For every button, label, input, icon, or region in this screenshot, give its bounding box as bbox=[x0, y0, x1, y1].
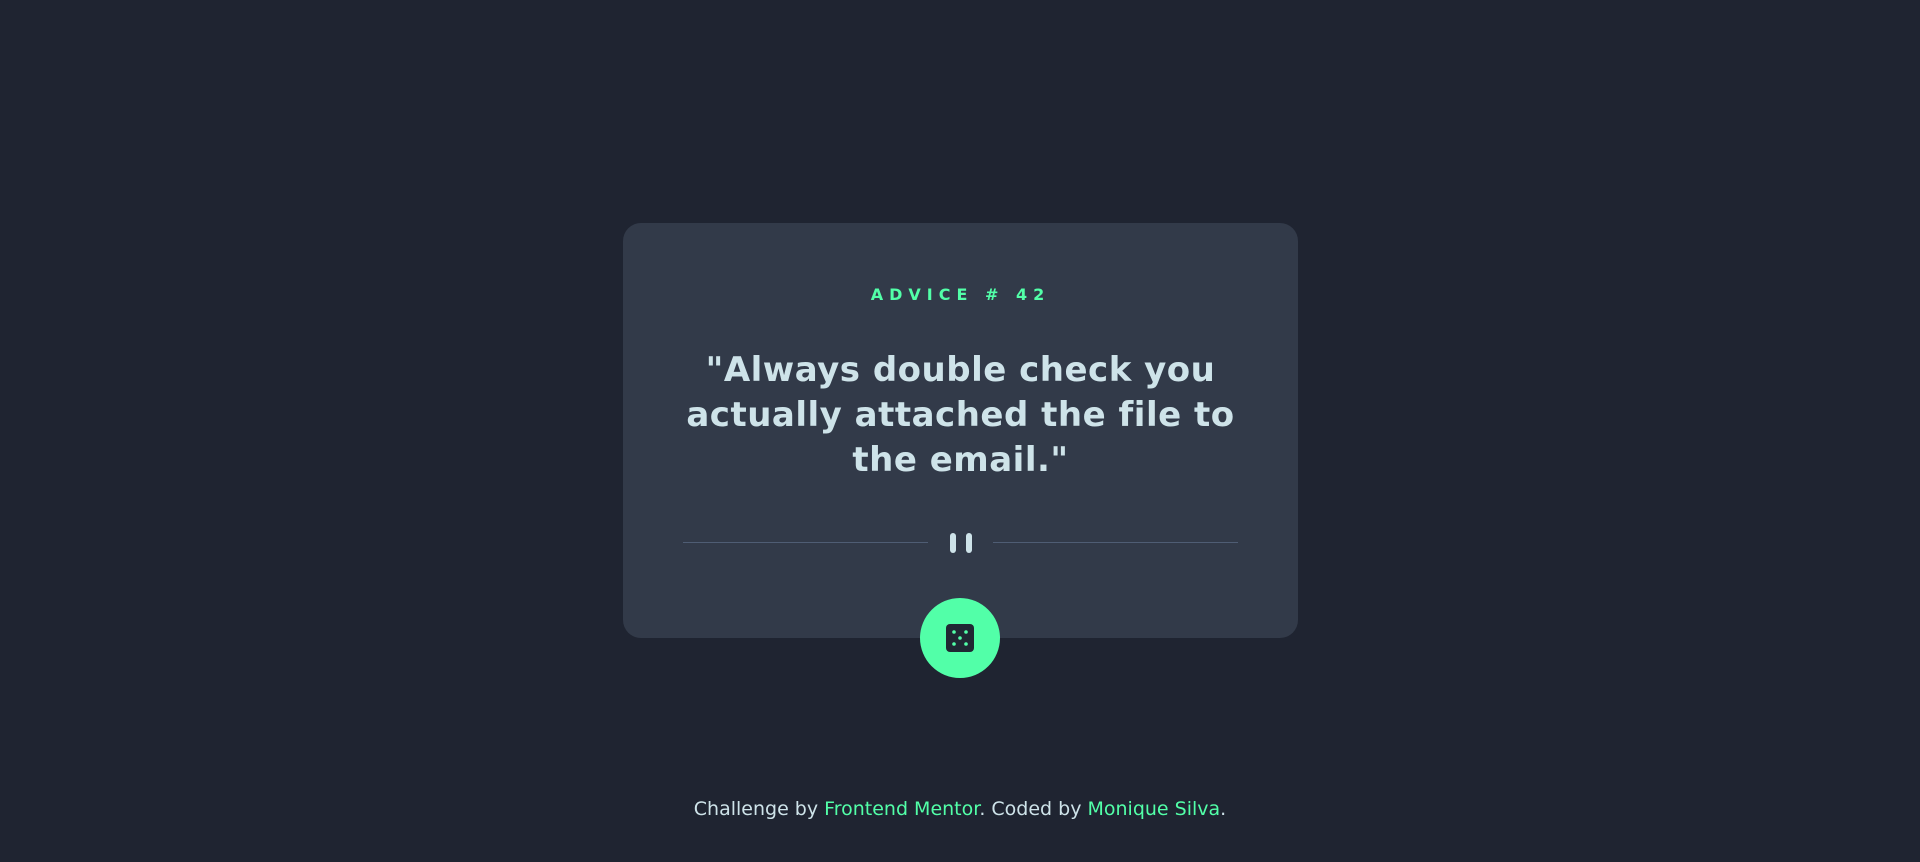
pause-bar bbox=[966, 533, 972, 553]
divider-line-right bbox=[993, 542, 1238, 543]
author-link[interactable]: Monique Silva bbox=[1087, 798, 1220, 820]
attribution-middle: . Coded by bbox=[979, 798, 1088, 820]
advice-card: ADVICE # 42 "Always double check you act… bbox=[623, 223, 1298, 638]
new-advice-button[interactable] bbox=[920, 598, 1000, 678]
dice-icon bbox=[946, 624, 974, 652]
advice-quote: "Always double check you actually attach… bbox=[686, 350, 1235, 480]
attribution-suffix: . bbox=[1220, 798, 1227, 820]
pattern-divider bbox=[683, 531, 1238, 555]
attribution-prefix: Challenge by bbox=[693, 798, 825, 820]
frontend-mentor-link[interactable]: Frontend Mentor bbox=[824, 798, 979, 820]
divider-line-left bbox=[683, 542, 928, 543]
pause-icon bbox=[947, 533, 975, 553]
attribution: Challenge by Frontend Mentor. Coded by M… bbox=[0, 796, 1920, 822]
pause-bar bbox=[950, 533, 956, 553]
advice-number: ADVICE # 42 bbox=[870, 285, 1051, 304]
